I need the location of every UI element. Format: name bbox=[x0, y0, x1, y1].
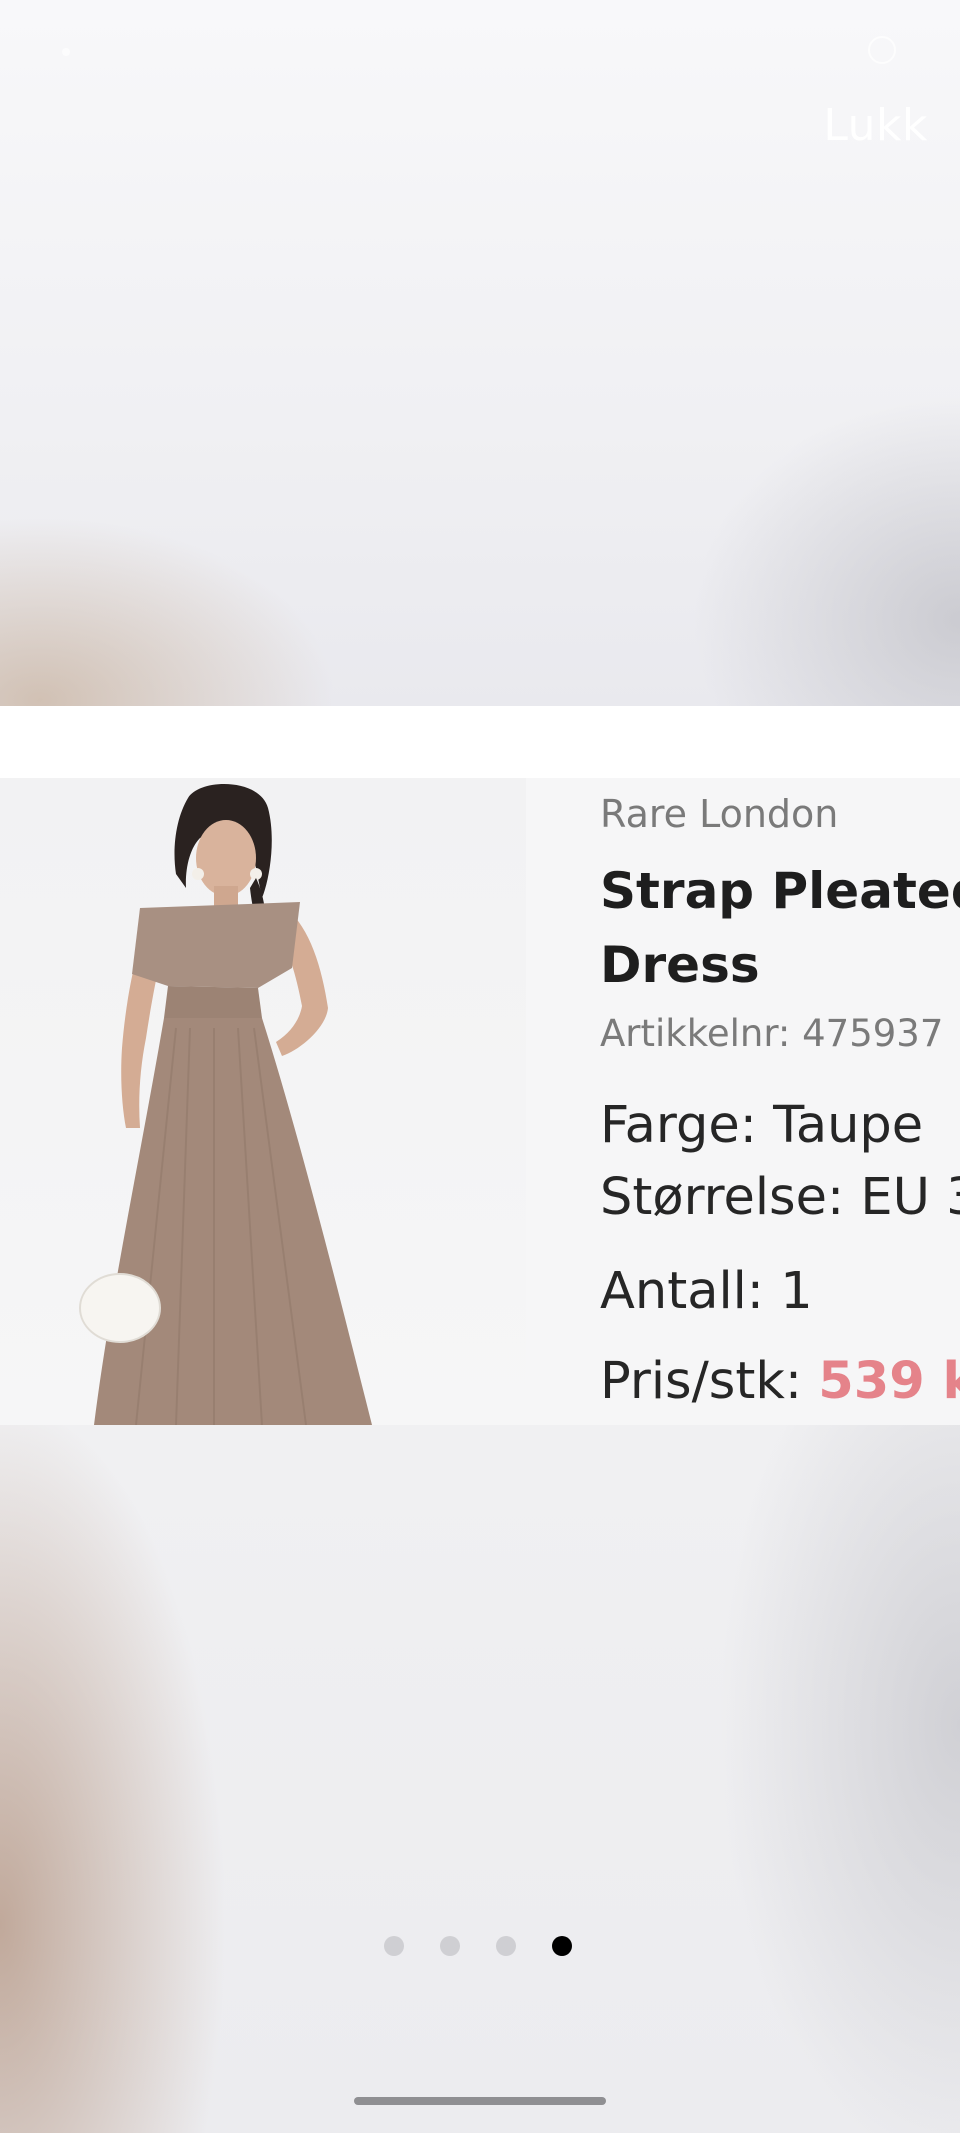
close-button[interactable]: Lukk bbox=[823, 100, 928, 151]
card-spacer bbox=[0, 706, 960, 778]
product-title-line-1: Strap Pleated bbox=[600, 862, 960, 920]
price-value: 539 kr bbox=[818, 1352, 960, 1411]
home-indicator[interactable] bbox=[354, 2097, 606, 2105]
product-card[interactable]: Rare London Strap Pleated Dress Artikkel… bbox=[0, 778, 960, 1425]
product-image[interactable] bbox=[0, 778, 526, 1425]
status-bar-dot-icon bbox=[62, 48, 70, 56]
page-dot-3[interactable] bbox=[496, 1936, 516, 1956]
dress-model-illustration bbox=[79, 784, 372, 1425]
product-info: Rare London Strap Pleated Dress Artikkel… bbox=[600, 778, 960, 1425]
page-dot-4[interactable] bbox=[552, 1936, 572, 1956]
product-color: Farge: Taupe bbox=[600, 1096, 924, 1155]
product-title[interactable]: Strap Pleated Dress bbox=[600, 854, 960, 1002]
page-dot-2[interactable] bbox=[440, 1936, 460, 1956]
product-brand: Rare London bbox=[600, 792, 839, 836]
page-indicator[interactable] bbox=[384, 1936, 572, 1956]
product-sku: Artikkelnr: 475937 bbox=[600, 1012, 944, 1055]
product-quantity: Antall: 1 bbox=[600, 1262, 813, 1321]
status-bar-ring-icon bbox=[868, 36, 896, 64]
price-label: Pris/stk: bbox=[600, 1352, 803, 1411]
product-price: Pris/stk: 539 kr bbox=[600, 1352, 960, 1411]
page-dot-1[interactable] bbox=[384, 1936, 404, 1956]
product-title-line-2: Dress bbox=[600, 936, 760, 994]
product-size: Størrelse: EU 3 bbox=[600, 1168, 960, 1227]
background-blur-bottom bbox=[0, 1425, 960, 2133]
background-blur-top bbox=[0, 0, 960, 706]
